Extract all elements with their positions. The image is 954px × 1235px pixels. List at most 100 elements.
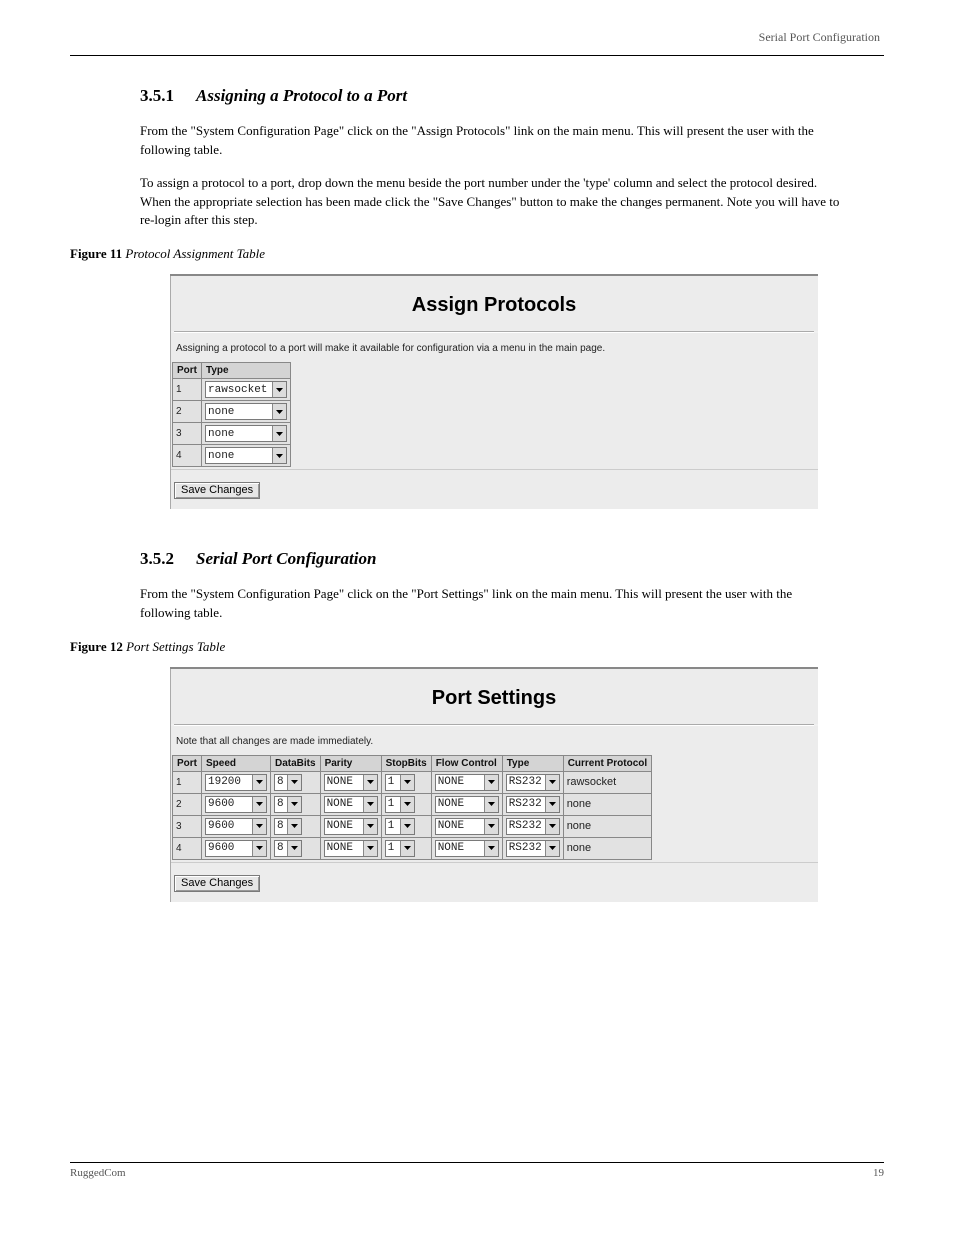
databits-select-2[interactable]: 8 — [274, 818, 302, 835]
section-number: 3.5.1 — [140, 86, 174, 105]
assign-type-select-2[interactable]: none — [205, 425, 287, 442]
port-settings-panel: Port Settings Note that all changes are … — [170, 667, 818, 902]
port-type-cell: RS232 — [502, 793, 563, 815]
port-protocol-cell: none — [563, 837, 651, 859]
port-parity-cell: NONE — [320, 793, 381, 815]
port-speed-cell: 19200 — [202, 771, 271, 793]
dropdown-arrow-icon — [400, 775, 414, 790]
type-select-0[interactable]: RS232 — [506, 774, 560, 791]
flow-select-3-value: NONE — [438, 842, 464, 854]
port-panel-note: Note that all changes are made immediate… — [170, 726, 818, 755]
databits-select-0[interactable]: 8 — [274, 774, 302, 791]
speed-select-3[interactable]: 9600 — [205, 840, 267, 857]
assign-type-select-3[interactable]: none — [205, 447, 287, 464]
dropdown-arrow-icon — [252, 841, 266, 856]
flow-select-0[interactable]: NONE — [435, 774, 499, 791]
port-databits-cell: 8 — [271, 815, 321, 837]
dropdown-arrow-icon — [287, 819, 301, 834]
type-select-0-value: RS232 — [509, 776, 542, 788]
port-type-cell: RS232 — [502, 837, 563, 859]
type-select-3[interactable]: RS232 — [506, 840, 560, 857]
dropdown-arrow-icon — [272, 404, 286, 419]
figure11-caption: Figure 11 Protocol Assignment Table — [70, 246, 884, 262]
speed-select-2[interactable]: 9600 — [205, 818, 267, 835]
databits-select-1[interactable]: 8 — [274, 796, 302, 813]
port-number-cell: 3 — [173, 815, 202, 837]
port-speed-cell: 9600 — [202, 815, 271, 837]
dropdown-arrow-icon — [363, 841, 377, 856]
dropdown-arrow-icon — [545, 775, 559, 790]
dropdown-arrow-icon — [363, 775, 377, 790]
stopbits-select-1-value: 1 — [388, 798, 395, 810]
assign-panel-note: Assigning a protocol to a port will make… — [170, 333, 818, 362]
section2-para1: From the "System Configuration Page" cli… — [140, 585, 844, 623]
dropdown-arrow-icon — [252, 819, 266, 834]
footer-right: 19 — [873, 1167, 884, 1179]
stopbits-select-0[interactable]: 1 — [385, 774, 415, 791]
parity-select-1[interactable]: NONE — [324, 796, 378, 813]
speed-select-0-value: 19200 — [208, 776, 241, 788]
assign-save-button[interactable]: Save Changes — [174, 482, 260, 499]
flow-select-3[interactable]: NONE — [435, 840, 499, 857]
flow-select-2[interactable]: NONE — [435, 818, 499, 835]
type-select-1[interactable]: RS232 — [506, 796, 560, 813]
flow-select-1-value: NONE — [438, 798, 464, 810]
assign-type-select-2-value: none — [208, 428, 234, 440]
dropdown-arrow-icon — [545, 819, 559, 834]
databits-select-1-value: 8 — [277, 798, 284, 810]
assign-type-select-0[interactable]: rawsocket — [205, 381, 287, 398]
port-number-cell: 2 — [173, 793, 202, 815]
port-flow-cell: NONE — [431, 793, 502, 815]
assign-port-cell: 3 — [173, 423, 202, 445]
speed-select-0[interactable]: 19200 — [205, 774, 267, 791]
dropdown-arrow-icon — [545, 841, 559, 856]
flow-select-1[interactable]: NONE — [435, 796, 499, 813]
parity-select-0[interactable]: NONE — [324, 774, 378, 791]
parity-select-3[interactable]: NONE — [324, 840, 378, 857]
port-protocol-cell: none — [563, 815, 651, 837]
port-speed-cell: 9600 — [202, 793, 271, 815]
dropdown-arrow-icon — [545, 797, 559, 812]
stopbits-select-2-value: 1 — [388, 820, 395, 832]
port-speed-cell: 9600 — [202, 837, 271, 859]
dropdown-arrow-icon — [484, 797, 498, 812]
assign-table-row: 4none — [173, 445, 291, 467]
assign-type-select-1[interactable]: none — [205, 403, 287, 420]
port-number-cell: 4 — [173, 837, 202, 859]
section-title-2: Serial Port Configuration — [196, 549, 376, 568]
databits-select-3[interactable]: 8 — [274, 840, 302, 857]
assign-protocols-table: Port Type 1rawsocket2none3none4none — [172, 362, 291, 467]
assign-panel-title: Assign Protocols — [170, 276, 818, 331]
port-type-cell: RS232 — [502, 771, 563, 793]
speed-select-2-value: 9600 — [208, 820, 234, 832]
port-stopbits-cell: 1 — [381, 837, 431, 859]
port-save-button[interactable]: Save Changes — [174, 875, 260, 892]
port-table-row: 3 9600 8 NONE 1 NONE RS232none — [173, 815, 652, 837]
port-stopbits-cell: 1 — [381, 771, 431, 793]
port-settings-table: PortSpeedDataBitsParityStopBitsFlow Cont… — [172, 755, 652, 860]
type-select-2[interactable]: RS232 — [506, 818, 560, 835]
port-databits-cell: 8 — [271, 793, 321, 815]
stopbits-select-3[interactable]: 1 — [385, 840, 415, 857]
dropdown-arrow-icon — [484, 819, 498, 834]
flow-select-0-value: NONE — [438, 776, 464, 788]
speed-select-1[interactable]: 9600 — [205, 796, 267, 813]
stopbits-select-2[interactable]: 1 — [385, 818, 415, 835]
assign-table-row: 3 none — [173, 423, 291, 445]
dropdown-arrow-icon — [287, 775, 301, 790]
stopbits-select-1[interactable]: 1 — [385, 796, 415, 813]
stopbits-select-3-value: 1 — [388, 842, 395, 854]
port-number-cell: 1 — [173, 771, 202, 793]
assign-type-cell: none — [202, 423, 291, 445]
assign-port-cell: 2 — [173, 401, 202, 423]
port-col-header: Flow Control — [431, 755, 502, 771]
dropdown-arrow-icon — [272, 448, 286, 463]
databits-select-2-value: 8 — [277, 820, 284, 832]
figure12-title: Port Settings Table — [126, 639, 225, 654]
parity-select-3-value: NONE — [327, 842, 353, 854]
assign-type-cell: none — [202, 445, 291, 467]
port-table-row: 4 9600 8 NONE 1 NONE RS232none — [173, 837, 652, 859]
speed-select-3-value: 9600 — [208, 842, 234, 854]
port-col-header: Parity — [320, 755, 381, 771]
parity-select-2[interactable]: NONE — [324, 818, 378, 835]
